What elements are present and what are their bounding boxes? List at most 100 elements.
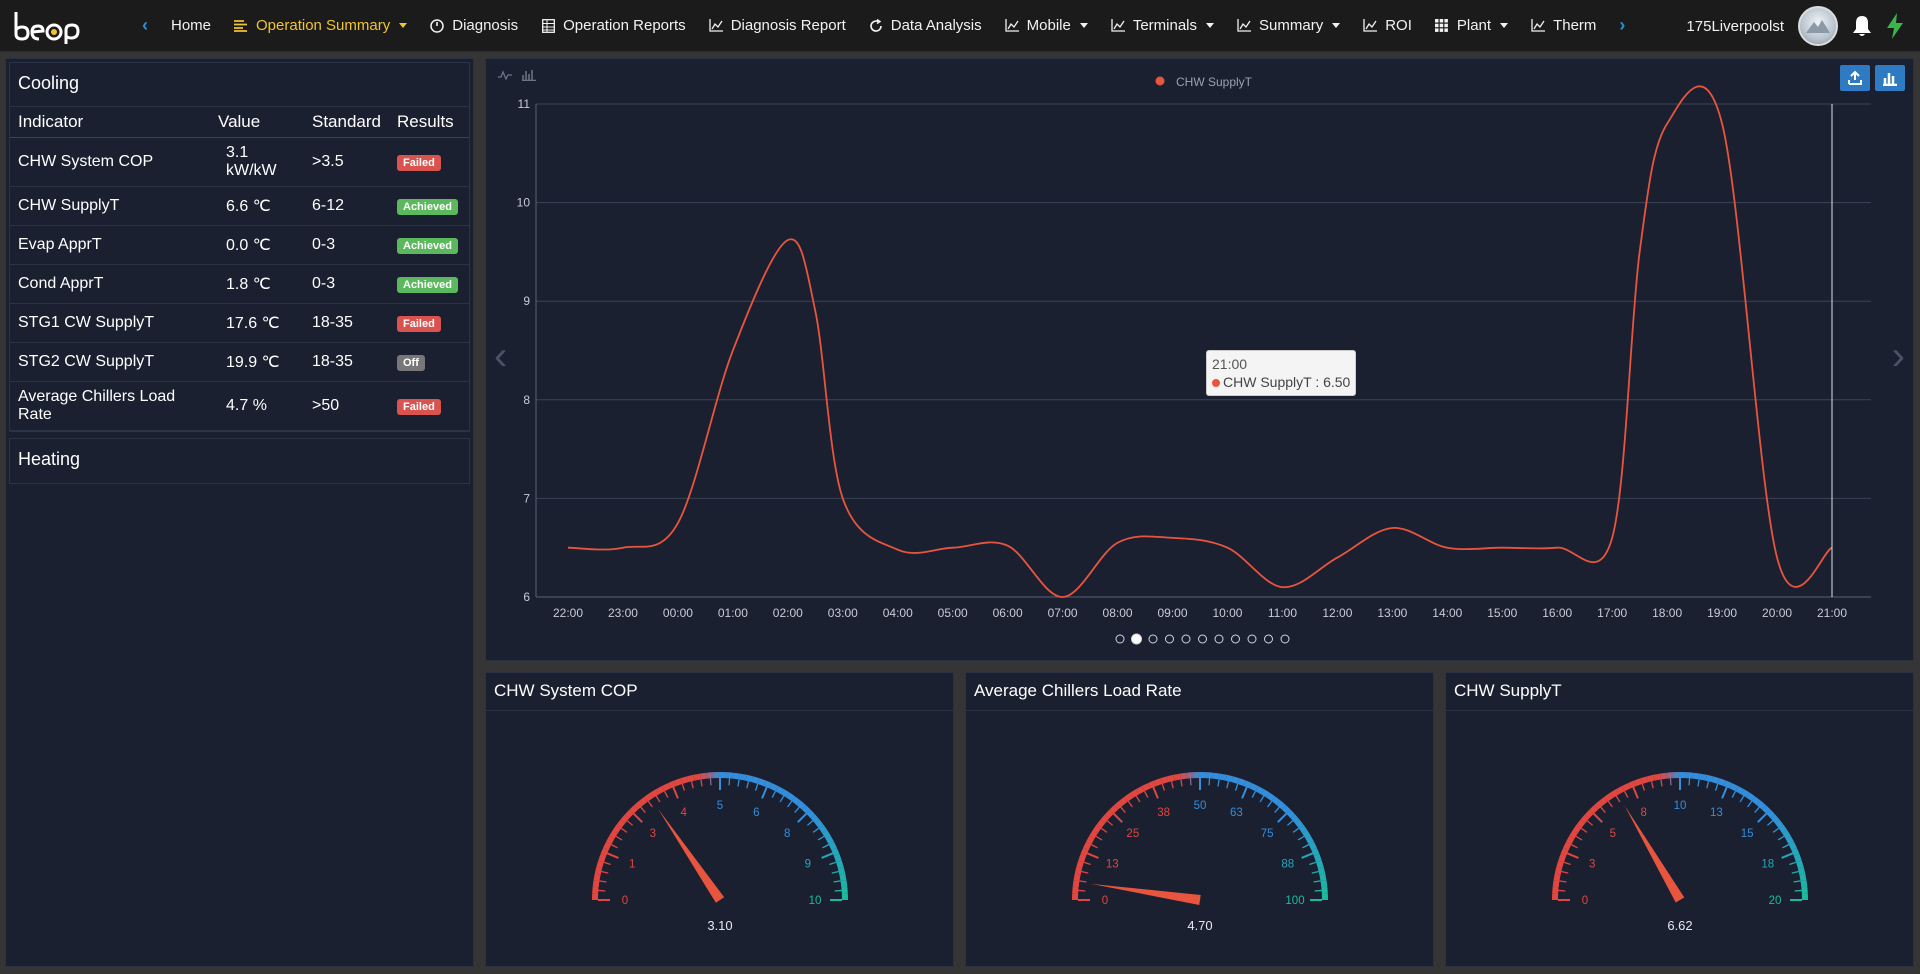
x-tick-label: 20:00	[1762, 606, 1792, 620]
nav-scroll-right-icon[interactable]: ›	[1607, 15, 1637, 36]
gauge-tick	[1697, 779, 1700, 787]
gauge-tick	[817, 835, 825, 841]
gauge-tick	[1624, 791, 1629, 798]
gauge-band-segment	[839, 873, 847, 881]
gauge-band-segment	[1319, 873, 1327, 881]
pager-dot	[1214, 634, 1224, 644]
pager-dot	[1264, 634, 1273, 644]
gauge-tick-label: 1	[629, 859, 635, 871]
bar-mode-icon[interactable]	[522, 69, 536, 81]
gauge-tick	[1251, 791, 1256, 798]
nav-item-operation-summary[interactable]: Operation Summary	[222, 0, 418, 52]
gauge-band-segment	[616, 819, 626, 829]
table-row: STG2 CW SupplyT 19.9 ℃ 18-35 Off	[10, 342, 469, 382]
gauge-band-segment	[1711, 776, 1720, 784]
gauge-tick	[1791, 870, 1799, 874]
nav-item-terminals[interactable]: Terminals	[1099, 0, 1225, 52]
standard-cell: 18-35	[304, 342, 389, 382]
gauge-tick	[1793, 880, 1801, 883]
gauge-band-segment	[1321, 886, 1328, 894]
export-button[interactable]	[1840, 65, 1870, 91]
gauge-tick-label: 5	[1610, 828, 1616, 840]
gauge-tick	[1083, 861, 1091, 866]
gauge-band-segment	[1085, 835, 1095, 845]
gauge-band-segment	[1751, 796, 1761, 806]
gauge-band-segment	[1260, 789, 1270, 798]
gauge-value: 6.62	[1667, 918, 1692, 933]
chart-prev-icon[interactable]: ‹	[494, 334, 507, 379]
gauge-tick	[754, 783, 759, 791]
heating-title[interactable]: Heating	[10, 439, 469, 483]
gauge-tick	[1208, 778, 1211, 786]
gauge-band-segment	[1317, 866, 1326, 875]
nav-item-home[interactable]: Home	[160, 0, 222, 52]
gauge-band-segment	[644, 792, 654, 802]
nav-item-roi[interactable]: ROI	[1351, 0, 1423, 52]
chart-next-icon[interactable]: ›	[1892, 334, 1905, 379]
gauge-tick-label: 13	[1106, 859, 1119, 871]
value-cell: 19.9 ℃	[210, 342, 304, 382]
gauge-tick	[1120, 806, 1126, 813]
gauge-needle	[658, 809, 725, 903]
x-tick-label: 23:00	[608, 606, 638, 620]
cooling-title[interactable]: Cooling	[10, 63, 469, 107]
gauge-band-segment	[629, 804, 639, 814]
gauge-tick	[822, 844, 829, 849]
gauge-tick	[1615, 795, 1621, 803]
gauge-band-segment	[1782, 830, 1791, 840]
gauge-band-segment	[1313, 854, 1322, 863]
gauge-tick	[1575, 835, 1583, 841]
avatar[interactable]	[1798, 6, 1838, 46]
gauge-tick	[1739, 795, 1745, 803]
gauge-band-segment	[593, 873, 601, 881]
gauge-tick-label: 20	[1769, 895, 1782, 907]
gauge-band-segment	[1563, 841, 1572, 851]
gauge-tick-label: 38	[1157, 807, 1170, 819]
gauge-band-segment	[1179, 772, 1188, 780]
nav-item-diagnosis-report[interactable]: Diagnosis Report	[697, 0, 857, 52]
result-cell: Achieved	[389, 225, 469, 265]
gauge-band-segment	[1281, 804, 1291, 814]
nav-item-mobile[interactable]: Mobile	[993, 0, 1099, 52]
gauge-tick	[821, 852, 834, 859]
nav-item-summary[interactable]: Summary	[1225, 0, 1351, 52]
gauge-band-segment	[818, 824, 828, 834]
nav-item-diagnosis[interactable]: Diagnosis	[418, 0, 529, 52]
x-tick-label: 19:00	[1707, 606, 1737, 620]
gauge-tick	[829, 861, 837, 866]
gauge-band-segment	[1774, 819, 1784, 829]
gauge-tick	[611, 844, 618, 849]
gauge-band-segment	[1173, 773, 1181, 781]
caret-down-icon	[1206, 23, 1215, 28]
gauge-band-segment	[775, 785, 784, 795]
bell-icon[interactable]	[1852, 15, 1872, 37]
username[interactable]: 175Liverpoolst	[1686, 18, 1784, 35]
gauge-band-segment	[1076, 860, 1084, 869]
nav-item-label: Terminals	[1132, 17, 1198, 34]
nav-item-therm[interactable]: Therm	[1519, 0, 1607, 52]
brand-logo[interactable]	[0, 0, 130, 52]
gauge-band-segment	[1599, 796, 1609, 806]
nav-item-data-analysis[interactable]: Data Analysis	[857, 0, 993, 52]
bar-chart-icon	[1883, 73, 1897, 86]
gauge-tick	[620, 827, 628, 833]
nav-item-plant[interactable]: Plant	[1423, 0, 1519, 52]
standard-cell: 18-35	[304, 303, 389, 343]
gauge-band-segment	[1634, 778, 1643, 787]
gauge-tick	[771, 791, 776, 798]
x-tick-label: 22:00	[553, 606, 583, 620]
gauge-band-segment	[840, 879, 848, 888]
x-tick-label: 09:00	[1158, 606, 1188, 620]
bar-chart-button[interactable]	[1875, 65, 1905, 91]
gauge-tick	[1721, 786, 1728, 799]
nav-item-operation-reports[interactable]: Operation Reports	[529, 0, 697, 52]
gauge-band-segment	[1746, 792, 1756, 802]
lightning-icon[interactable]	[1886, 13, 1904, 39]
nav-scroll-left-icon[interactable]: ‹	[130, 15, 160, 36]
gauge-band-segment	[1255, 785, 1264, 795]
pager-dot	[1131, 633, 1142, 645]
gauge-band-segment	[1553, 873, 1561, 881]
line-mode-icon[interactable]	[498, 69, 512, 81]
gauge-band-segment	[1717, 778, 1726, 787]
gauge-band-segment	[1243, 780, 1253, 789]
